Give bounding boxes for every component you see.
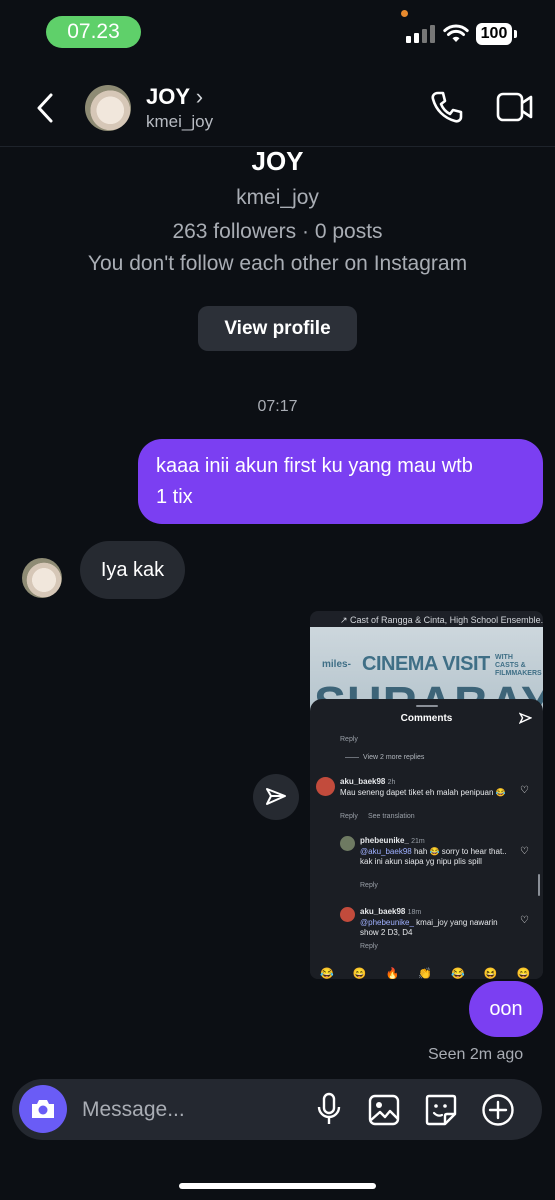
send-icon	[519, 712, 532, 724]
shared-post[interactable]: ↗ Cast of Rangga & Cinta, High School En…	[310, 611, 543, 979]
view-more-replies: View 2 more replies	[345, 754, 424, 761]
comment-text: @phebeunike_ kmai_joy yang nawarin show …	[360, 918, 515, 938]
back-chevron-icon[interactable]	[34, 92, 56, 124]
comment-reply: Reply	[360, 943, 378, 950]
camera-button[interactable]	[19, 1085, 67, 1133]
poster-title: CINEMA VISIT	[362, 653, 490, 675]
comments-sheet: Comments Reply View 2 more replies aku_b…	[310, 699, 543, 979]
comment-text: Mau seneng dapet tiket eh malah penipuan…	[340, 788, 506, 797]
message-timestamp: 07:17	[257, 398, 298, 415]
comment-username: aku_baek98	[340, 777, 386, 786]
incoming-message[interactable]: Iya kak	[80, 541, 185, 599]
status-time-pill: 07.23	[46, 16, 141, 48]
comment-user: aku_baek98 2h	[340, 777, 395, 786]
comment-username: aku_baek98	[360, 907, 406, 916]
see-translation: See translation	[368, 813, 415, 820]
heart-icon: ♡	[520, 785, 529, 796]
header-name[interactable]: JOY ›	[146, 84, 203, 110]
gallery-icon[interactable]	[368, 1094, 400, 1126]
heart-icon: ♡	[520, 915, 529, 926]
microphone-icon[interactable]	[316, 1092, 342, 1126]
comment-reply: Reply	[340, 813, 358, 820]
comment-time: 18m	[407, 909, 422, 916]
comment-avatar	[340, 907, 355, 922]
battery-icon: 100	[476, 23, 512, 45]
status-time: 07.23	[67, 20, 120, 43]
header-avatar[interactable]	[85, 85, 131, 131]
comment-mention: @phebeunike_	[360, 918, 414, 927]
poster-brand: miles-	[322, 659, 351, 670]
home-indicator[interactable]	[179, 1183, 376, 1189]
header-username: kmei_joy	[146, 112, 214, 131]
mic-indicator-dot	[401, 10, 408, 17]
comment-user: phebeunike_ 21m	[360, 836, 425, 845]
share-button[interactable]	[253, 774, 299, 820]
emoji-reaction-row: 😂 😄 🔥 👏 😂 😆 😄 😊	[320, 968, 540, 979]
comment-mention: @aku_baek98	[360, 847, 412, 856]
comment-reply: Reply	[360, 882, 378, 889]
header-name-text: JOY	[146, 84, 190, 109]
sender-avatar[interactable]	[22, 558, 62, 598]
wifi-icon	[443, 24, 469, 42]
comment-time: 2h	[387, 779, 396, 786]
comment-avatar	[316, 777, 335, 796]
view-more-text: View 2 more replies	[363, 754, 425, 761]
reply-link: Reply	[340, 736, 358, 743]
heart-icon: ♡	[520, 846, 529, 857]
outgoing-message[interactable]: kaaa inii akun first ku yang mau wtb 1 t…	[138, 439, 543, 524]
sheet-handle	[416, 705, 438, 707]
comments-title: Comments	[400, 713, 453, 724]
comment-username: phebeunike_	[360, 836, 409, 845]
seen-status: Seen 2m ago	[428, 1046, 524, 1063]
profile-name: JOY	[251, 146, 304, 176]
cellular-signal-icon	[406, 25, 435, 43]
comment-text: @aku_baek98 hah 😂 sorry to hear that.. k…	[360, 847, 510, 867]
plus-circle-icon[interactable]	[481, 1093, 515, 1127]
incoming-message-text: Iya kak	[100, 558, 165, 581]
outgoing-message[interactable]: oon	[469, 981, 543, 1037]
message-line: 1 tix	[156, 486, 193, 508]
post-caption: ↗ Cast of Rangga & Cinta, High School En…	[340, 615, 543, 625]
video-camera-icon[interactable]	[496, 92, 534, 122]
phone-icon[interactable]	[430, 90, 464, 124]
message-line: kaaa inii akun first ku yang mau wtb	[156, 455, 473, 477]
battery-tip	[514, 30, 517, 38]
profile-stats: 263 followers · 0 posts	[172, 220, 383, 243]
profile-username: kmei_joy	[236, 186, 319, 209]
message-input[interactable]	[80, 1092, 304, 1128]
header-chevron-icon: ›	[195, 84, 204, 109]
camera-icon	[32, 1100, 54, 1118]
profile-relation: You don't follow each other on Instagram	[87, 252, 468, 275]
send-share-icon	[266, 788, 286, 805]
comment-user: aku_baek98 18m	[360, 907, 421, 916]
battery-level: 100	[480, 25, 508, 42]
view-profile-button[interactable]: View profile	[198, 306, 357, 351]
poster-with: WITH CASTS & FILMMAKERS	[495, 654, 542, 677]
comment-avatar	[340, 836, 355, 851]
outgoing-message-text: oon	[489, 997, 523, 1020]
comment-time: 21m	[411, 838, 425, 845]
scrollbar	[538, 874, 540, 896]
sticker-icon[interactable]	[424, 1093, 458, 1127]
